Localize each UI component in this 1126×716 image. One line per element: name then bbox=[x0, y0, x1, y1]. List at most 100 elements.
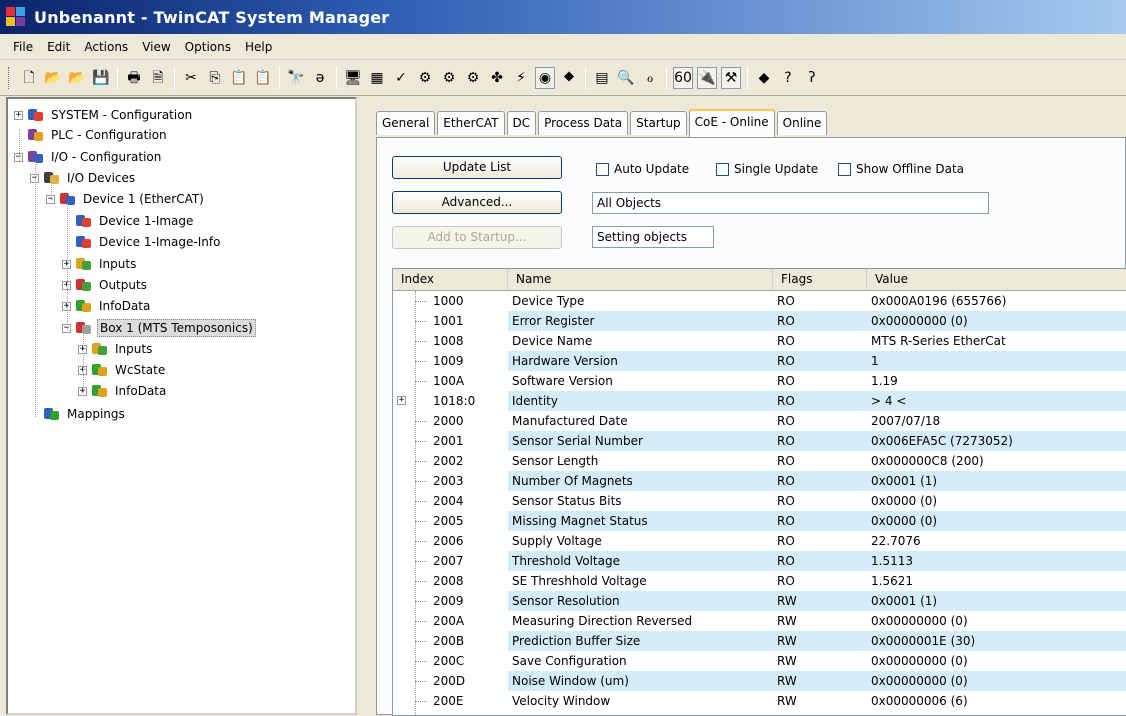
open-icon[interactable]: 📂 bbox=[43, 67, 63, 89]
twincat-app-icon[interactable] bbox=[6, 7, 26, 27]
tab-coe-online[interactable]: CoE - Online bbox=[688, 109, 775, 137]
table-row[interactable]: 1009 Hardware Version RO 1 bbox=[393, 351, 1126, 371]
show-sub-items-icon[interactable]: ▤ bbox=[592, 67, 612, 89]
advanced-button[interactable]: Advanced... bbox=[392, 191, 562, 214]
help-icon[interactable]: ? bbox=[778, 67, 798, 89]
table-row[interactable]: 200B Prediction Buffer Size RW 0x0000001E (… bbox=[393, 631, 1126, 651]
column-header-flags[interactable]: Flags bbox=[773, 269, 867, 291]
io-sync-icon[interactable]: ⚒ bbox=[721, 66, 741, 89]
check-configuration-icon[interactable]: ✓ bbox=[391, 67, 411, 89]
tree-item[interactable]: PLC - Configuration bbox=[14, 125, 169, 145]
tab-startup[interactable]: Startup bbox=[630, 111, 687, 135]
load-io-devices-icon[interactable]: ✤ bbox=[487, 67, 507, 89]
update-list-button[interactable]: Update List bbox=[392, 156, 562, 179]
cross-reference-icon[interactable]: ℴ bbox=[640, 67, 660, 89]
generate-mappings-icon[interactable]: ▦ bbox=[367, 67, 387, 89]
table-row[interactable]: 200C Save Configuration RW 0x00000000 (0) bbox=[393, 651, 1126, 671]
print-preview-icon[interactable]: 🗎 bbox=[148, 67, 168, 89]
table-row[interactable]: 2003 Number Of Magnets RO 0x0001 (1) bbox=[393, 471, 1126, 491]
watch-icon[interactable]: 60 bbox=[673, 66, 693, 89]
whats-this-icon[interactable]: ʔ bbox=[802, 67, 822, 89]
tree-item[interactable]: Mappings bbox=[30, 404, 127, 424]
table-row[interactable]: 1001 Error Register RO 0x00000000 (0) bbox=[393, 311, 1126, 331]
target-system-icon[interactable]: 🖥 bbox=[343, 67, 363, 89]
coe-object-table[interactable]: Index Name Flags Value 1000 Device Type RO 0x0… bbox=[392, 268, 1126, 716]
paste-icon[interactable]: 📋 bbox=[229, 67, 249, 89]
tree-item[interactable]: − I/O - Configuration bbox=[14, 147, 163, 167]
table-row[interactable]: 2006 Supply Voltage RO 22.7076 bbox=[393, 531, 1126, 551]
table-row[interactable]: 2002 Sensor Length RO 0x000000C8 (200) bbox=[393, 451, 1126, 471]
menu-file[interactable]: File bbox=[6, 38, 40, 56]
menu-actions[interactable]: Actions bbox=[77, 38, 135, 56]
tree-item[interactable]: − Device 1 (EtherCAT) bbox=[46, 189, 206, 209]
tree-item[interactable]: + SYSTEM - Configuration bbox=[14, 105, 194, 125]
copy-icon[interactable]: ⎘ bbox=[205, 67, 225, 89]
object-filter-field[interactable]: All Objects bbox=[592, 192, 989, 214]
connect-icon[interactable]: 🔌 bbox=[697, 66, 717, 89]
zoom-icon[interactable]: 🔍 bbox=[616, 67, 636, 89]
single-update-checkbox[interactable]: Single Update bbox=[716, 162, 818, 176]
tree-item[interactable]: − Box 1 (MTS Temposonics) bbox=[62, 318, 256, 338]
table-row[interactable]: 2008 SE Threshhold Voltage RO 1.5621 bbox=[393, 571, 1126, 591]
table-row[interactable]: 100A Software Version RO 1.19 bbox=[393, 371, 1126, 391]
tree-item[interactable]: − I/O Devices bbox=[30, 168, 137, 188]
table-row[interactable]: 1008 Device Name RO MTS R-Series EtherCat bbox=[393, 331, 1126, 351]
table-row[interactable]: 200E Velocity Window RW 0x00000006 (6) bbox=[393, 691, 1126, 711]
tab-dc[interactable]: DC bbox=[506, 111, 537, 135]
auto-update-checkbox[interactable]: Auto Update bbox=[596, 162, 689, 176]
cut-icon[interactable]: ✂ bbox=[181, 67, 201, 89]
column-header-value[interactable]: Value bbox=[867, 269, 1126, 291]
checkbox-box[interactable] bbox=[596, 162, 609, 176]
tree-item[interactable]: + Outputs bbox=[62, 275, 149, 295]
show-offline-data-checkbox[interactable]: Show Offline Data bbox=[838, 162, 964, 176]
license-icon[interactable]: ◆ bbox=[754, 67, 774, 89]
tree-item[interactable]: + InfoData bbox=[78, 381, 168, 401]
find-icon[interactable]: 🔭 bbox=[286, 67, 306, 89]
toolbar-grip[interactable] bbox=[8, 66, 11, 89]
tab-ethercat[interactable]: EtherCAT bbox=[437, 111, 505, 135]
menu-edit[interactable]: Edit bbox=[40, 38, 77, 56]
table-row[interactable]: 2005 Missing Magnet Status RO 0x0000 (0) bbox=[393, 511, 1126, 531]
column-header-index[interactable]: Index bbox=[393, 269, 508, 291]
find-next-icon[interactable]: ə bbox=[310, 67, 330, 89]
expand-icon[interactable]: + bbox=[397, 396, 406, 405]
table-row[interactable]: 1000 Device Type RO 0x000A0196 (655766) bbox=[393, 291, 1126, 311]
save-icon[interactable]: 💾 bbox=[91, 67, 111, 89]
restart-tc-system-icon[interactable]: ⚙ bbox=[439, 67, 459, 89]
config-mode-icon[interactable]: ⚙ bbox=[463, 67, 483, 89]
configuration-tree[interactable]: + SYSTEM - Configuration PLC - Configurati… bbox=[6, 97, 357, 715]
menu-view[interactable]: View bbox=[135, 38, 177, 56]
print-icon[interactable]: 🖶 bbox=[124, 67, 144, 89]
scan-devices-icon[interactable]: ⚡ bbox=[511, 67, 531, 89]
tree-item[interactable]: Device 1-Image bbox=[62, 211, 195, 231]
expand-icon[interactable]: + bbox=[14, 110, 23, 120]
table-row[interactable]: 2000 Manufactured Date RO 2007/07/18 bbox=[393, 411, 1126, 431]
activate-configuration-icon[interactable]: ⚙ bbox=[415, 67, 435, 89]
tree-item[interactable]: + Inputs bbox=[62, 254, 138, 274]
table-row[interactable]: 200D Noise Window (um) RW 0x00000000 (0) bbox=[393, 671, 1126, 691]
table-row[interactable]: 2009 Sensor Resolution RW 0x0001 (1) bbox=[393, 591, 1126, 611]
checkbox-box[interactable] bbox=[838, 162, 851, 176]
table-row[interactable]: 2007 Threshold Voltage RO 1.5113 bbox=[393, 551, 1126, 571]
tree-item[interactable]: + InfoData bbox=[62, 296, 152, 316]
tree-item[interactable]: + Inputs bbox=[78, 339, 154, 359]
open-from-target-icon[interactable]: 📂 bbox=[67, 67, 87, 89]
table-row[interactable]: 2004 Sensor Status Bits RO 0x0000 (0) bbox=[393, 491, 1126, 511]
toggle-free-run-icon[interactable]: ◉ bbox=[535, 66, 555, 89]
tab-process-data[interactable]: Process Data bbox=[538, 111, 629, 135]
table-row[interactable]: 2001 Sensor Serial Number RO 0x006EFA5C (72… bbox=[393, 431, 1126, 451]
menu-options[interactable]: Options bbox=[178, 38, 238, 56]
menu-help[interactable]: Help bbox=[238, 38, 279, 56]
paste-with-links-icon[interactable]: 📋 bbox=[253, 67, 273, 89]
tree-item[interactable]: + WcState bbox=[78, 360, 167, 380]
table-row[interactable]: 200A Measuring Direction Reversed RW 0x0000… bbox=[393, 611, 1126, 631]
tab-online[interactable]: Online bbox=[776, 111, 828, 135]
tab-general[interactable]: General bbox=[376, 111, 436, 135]
checkbox-box[interactable] bbox=[716, 162, 729, 176]
tree-item[interactable]: Device 1-Image-Info bbox=[62, 232, 222, 252]
column-header-name[interactable]: Name bbox=[508, 269, 773, 291]
show-online-data-icon[interactable]: ⯁ bbox=[559, 67, 579, 89]
table-row[interactable]: +1018:0 Identity RO > 4 < bbox=[393, 391, 1126, 411]
setting-objects-field[interactable]: Setting objects bbox=[592, 226, 714, 248]
new-icon[interactable]: 🗋 bbox=[19, 67, 39, 89]
